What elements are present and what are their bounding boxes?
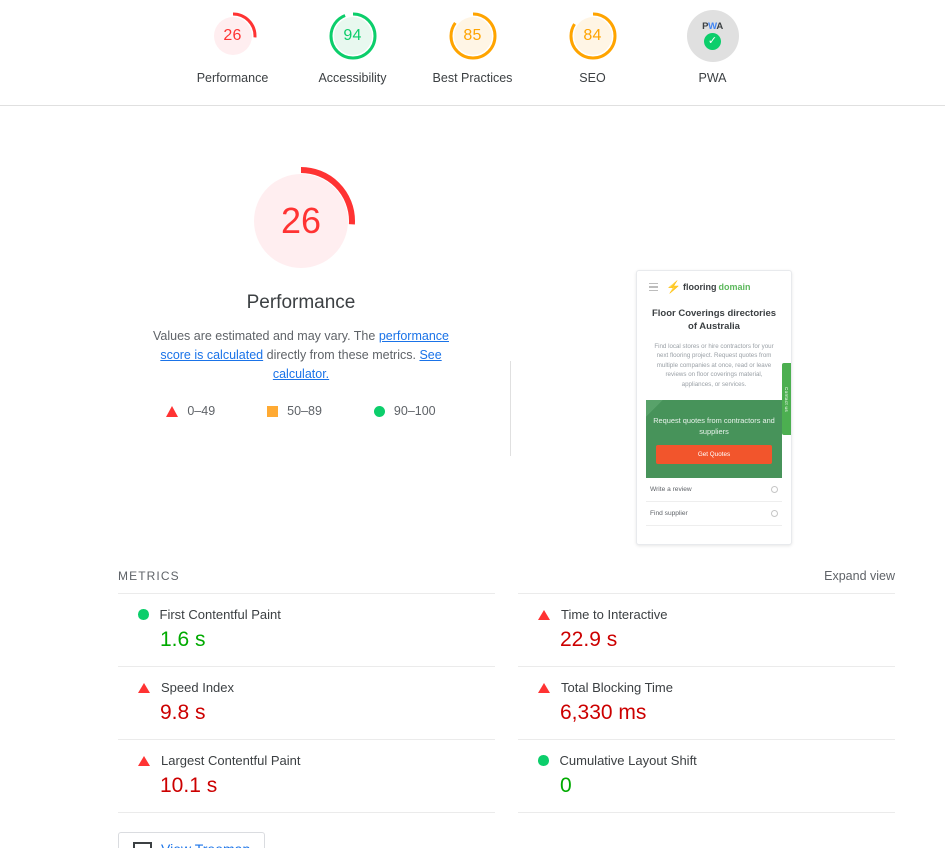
vertical-divider: [510, 361, 511, 456]
score-item-accessibility[interactable]: 94 Accessibility: [293, 10, 413, 85]
score-label: Best Practices: [432, 71, 513, 85]
performance-score-value: 26: [280, 200, 322, 241]
score-item-seo[interactable]: 84 SEO: [533, 10, 653, 85]
expand-view-toggle[interactable]: Expand view: [824, 569, 895, 583]
triangle-icon: [138, 755, 150, 766]
metric-value: 0: [560, 774, 572, 797]
contact-us-tab[interactable]: Contact us: [782, 363, 791, 435]
desc-text-1: Values are estimated and may vary. The: [153, 329, 379, 343]
metric-row[interactable]: Largest Contentful Paint 10.1 s: [118, 739, 495, 813]
thumb-navbar: ⚡ flooring domain: [637, 271, 791, 301]
metrics-section-title: METRICS: [118, 569, 180, 583]
desc-text-2: directly from these metrics.: [263, 348, 420, 362]
thumb-cta-banner: Request quotes from contractors and supp…: [646, 400, 782, 479]
metric-row[interactable]: Total Blocking Time 6,330 ms: [518, 666, 895, 739]
legend-range: 50–89: [287, 404, 322, 418]
metric-name: Time to Interactive: [561, 607, 668, 622]
metric-header: Cumulative Layout Shift: [538, 753, 895, 768]
triangle-icon: [538, 609, 550, 620]
metric-value: 9.8 s: [160, 701, 206, 724]
performance-summary: 26 Performance Values are estimated and …: [118, 166, 484, 418]
performance-title: Performance: [246, 292, 356, 313]
gauge-value: 85: [463, 27, 482, 44]
metric-value: 22.9 s: [560, 628, 618, 651]
thumb-row-label: Find supplier: [650, 510, 688, 518]
square-icon: [267, 405, 279, 417]
view-treemap-label: View Treemap: [161, 841, 250, 848]
performance-gauge: 26: [246, 166, 356, 276]
pwa-badge: PWA ✓: [686, 10, 739, 62]
contact-us-label: Contact us: [784, 386, 789, 412]
gauge-value: 84: [583, 27, 602, 44]
metric-header: First Contentful Paint: [138, 607, 495, 622]
gauge-performance: 26: [207, 10, 259, 62]
circle-icon: [138, 609, 149, 620]
metric-row[interactable]: Cumulative Layout Shift 0: [518, 739, 895, 813]
legend-item: 90–100: [373, 404, 436, 418]
score-label: Accessibility: [318, 71, 387, 85]
list-item[interactable]: Find supplier: [646, 502, 782, 527]
view-treemap-button[interactable]: View Treemap: [118, 832, 266, 848]
score-label: SEO: [579, 71, 606, 85]
triangle-icon: [166, 405, 179, 417]
pwa-wordmark: PWA: [702, 21, 723, 33]
metric-name: Largest Contentful Paint: [161, 753, 301, 768]
metric-row[interactable]: Time to Interactive 22.9 s: [518, 593, 895, 666]
chevron-circle-icon: [771, 510, 778, 518]
legend-range: 0–49: [187, 404, 216, 418]
gauge-accessibility: 94: [327, 10, 379, 62]
score-item-pwa[interactable]: PWA ✓ PWA: [653, 10, 773, 85]
check-icon: ✓: [704, 32, 721, 50]
metric-value: 6,330 ms: [560, 701, 647, 724]
circle-icon: [373, 405, 385, 417]
logo-text-2: domain: [718, 282, 751, 292]
legend-item: 0–49: [166, 404, 215, 418]
metric-value: 10.1 s: [160, 774, 218, 797]
treemap-icon: [133, 841, 152, 848]
performance-description: Values are estimated and may vary. The p…: [118, 327, 484, 384]
score-summary-header: 26 Performance 94 Accessibility 85 Best Pract…: [0, 0, 945, 106]
score-legend: 0–49 50–89 90–100: [118, 404, 484, 418]
metric-value: 1.6 s: [160, 628, 206, 651]
site-logo: ⚡ flooring domain: [666, 281, 750, 293]
gauge-best-practices: 85: [447, 10, 499, 62]
circle-icon: [538, 755, 549, 766]
score-label: PWA: [698, 71, 727, 85]
triangle-icon: [138, 682, 150, 693]
thumb-heading: Floor Coverings directories of Australia: [651, 308, 777, 332]
metric-name: First Contentful Paint: [159, 607, 281, 622]
score-item-best-practices[interactable]: 85 Best Practices: [413, 10, 533, 85]
thumb-row-label: Write a review: [650, 486, 692, 494]
metric-header: Speed Index: [138, 680, 495, 695]
list-item[interactable]: Write a review: [646, 478, 782, 503]
metric-name: Total Blocking Time: [561, 680, 673, 695]
gauge-value: 26: [223, 27, 242, 44]
score-item-performance[interactable]: 26 Performance: [173, 10, 293, 85]
legend-range: 90–100: [393, 404, 436, 418]
hamburger-icon: [649, 282, 658, 292]
gauge-seo: 84: [567, 10, 619, 62]
legend-item: 50–89: [267, 404, 322, 418]
metric-row[interactable]: Speed Index 9.8 s: [118, 666, 495, 739]
get-quotes-button[interactable]: Get Quotes: [656, 444, 772, 464]
metrics-header: METRICS Expand view: [118, 569, 895, 583]
page-screenshot-thumbnail: ⚡ flooring domain Floor Coverings directo…: [636, 270, 792, 545]
metric-name: Speed Index: [161, 680, 235, 695]
lightning-bolt-icon: ⚡: [666, 280, 681, 294]
triangle-icon: [538, 682, 550, 693]
metric-header: Largest Contentful Paint: [138, 753, 495, 768]
score-label: Performance: [196, 71, 269, 85]
metric-header: Total Blocking Time: [538, 680, 895, 695]
metric-name: Cumulative Layout Shift: [559, 753, 697, 768]
thumb-paragraph: Find local stores or hire contractors fo…: [654, 343, 774, 388]
metric-header: Time to Interactive: [538, 607, 895, 622]
thumb-cta-text: Request quotes from contractors and supp…: [653, 415, 775, 436]
gauge-value: 94: [343, 27, 362, 44]
chevron-circle-icon: [771, 486, 778, 494]
metric-row[interactable]: First Contentful Paint 1.6 s: [118, 593, 495, 666]
main-content: 26 Performance Values are estimated and …: [0, 106, 945, 848]
metrics-grid: First Contentful Paint 1.6 s Time to Inter…: [118, 593, 895, 813]
logo-text-1: flooring: [682, 282, 717, 292]
